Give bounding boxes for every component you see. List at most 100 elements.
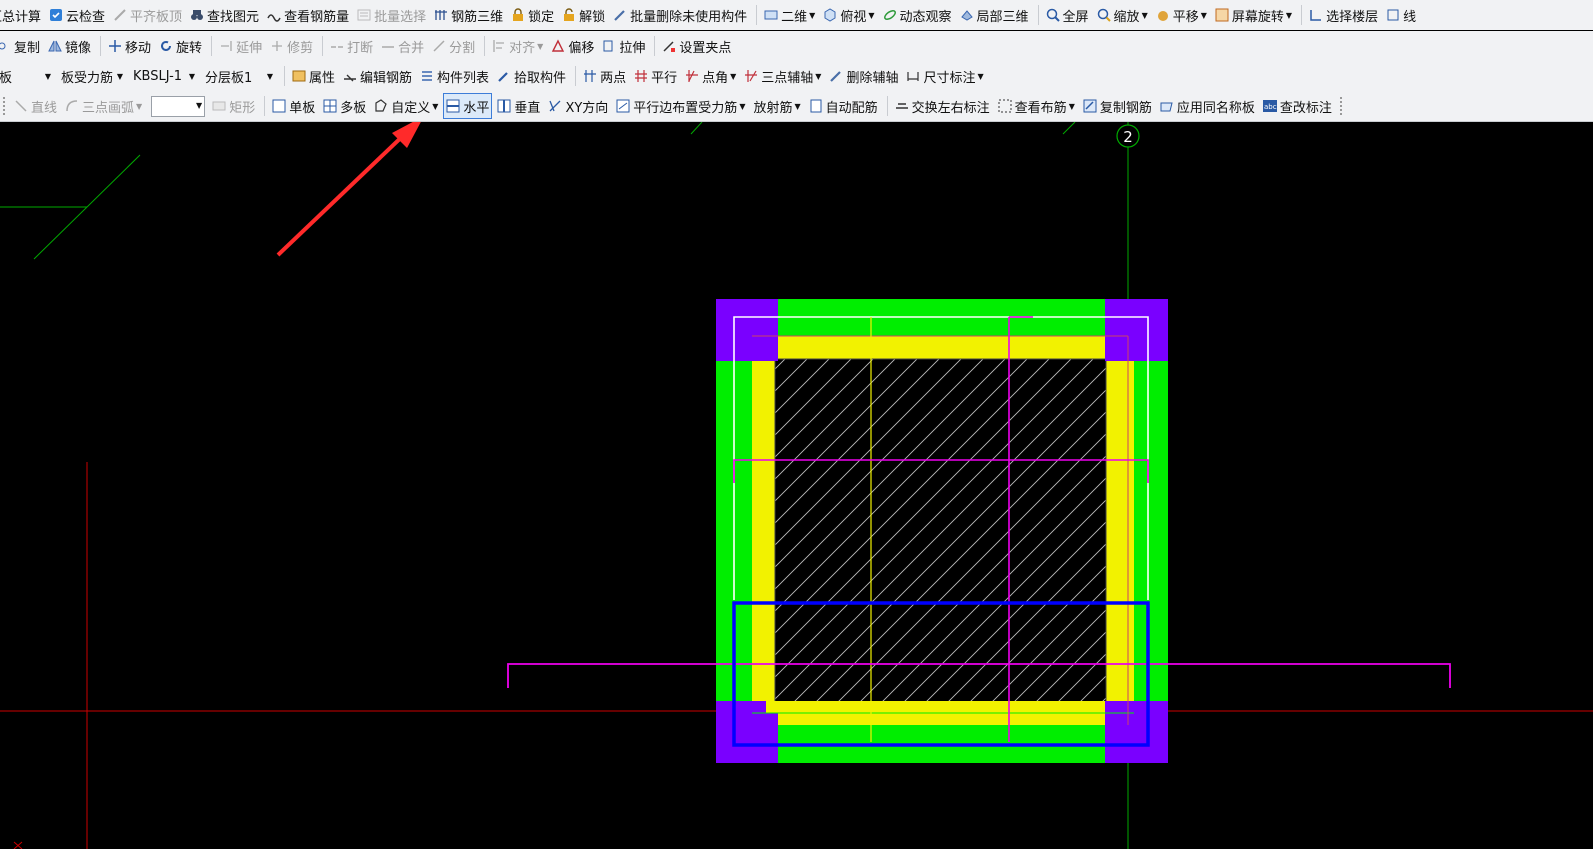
move-button[interactable]: 移动 bbox=[105, 34, 154, 58]
view-2d-dropdown[interactable]: 二维 ▼ bbox=[761, 3, 818, 27]
find-element-button[interactable]: 查找图元 bbox=[187, 3, 262, 27]
edit-rebar-icon bbox=[343, 69, 357, 83]
cloud-check-label: 云检查 bbox=[66, 9, 106, 25]
custom-label: 自定义 bbox=[391, 100, 431, 116]
rebar-type-combo[interactable]: 板受力筋 ▼ bbox=[58, 66, 126, 86]
line-button[interactable]: 线 bbox=[1383, 3, 1419, 27]
parallel-edge-rebar-dropdown[interactable]: 平行边布置受力筋 ▼ bbox=[613, 94, 748, 118]
slab-hatch-pattern bbox=[775, 359, 1106, 703]
chevron-down-icon: ▼ bbox=[1200, 10, 1207, 20]
mirror-button[interactable]: 镜像 bbox=[45, 34, 94, 58]
cloud-check-button[interactable]: 云检查 bbox=[46, 3, 108, 27]
main-toolbar: 汇总计算 云检查 平齐板顶 查找图元 查看钢筋量 批量选择 钢筋三维 锁定 解锁… bbox=[0, 0, 1593, 30]
parallel-icon bbox=[634, 69, 648, 83]
extend-button[interactable]: 延伸 bbox=[216, 34, 265, 58]
stretch-button[interactable]: 拉伸 bbox=[599, 34, 648, 58]
screen-rotate-dropdown[interactable]: 屏幕旋转 ▼ bbox=[1212, 3, 1295, 27]
apply-same-icon bbox=[1160, 99, 1174, 113]
batch-delete-unused-label: 批量删除未使用构件 bbox=[630, 9, 748, 25]
point-angle-dropdown[interactable]: 点角 ▼ bbox=[682, 64, 739, 88]
rotate-button[interactable]: 旋转 bbox=[156, 34, 205, 58]
horizontal-icon bbox=[446, 99, 460, 113]
summary-calc-button[interactable]: 汇总计算 bbox=[0, 3, 44, 27]
local-3d-button[interactable]: 局部三维 bbox=[957, 3, 1032, 27]
properties-button[interactable]: 属性 bbox=[289, 64, 338, 88]
view-rebar-layout-label: 查看布筋 bbox=[1014, 100, 1067, 116]
dimension-label: 尺寸标注 bbox=[923, 70, 976, 86]
offset-button[interactable]: 偏移 bbox=[548, 34, 597, 58]
select-floor-button[interactable]: 选择楼层 bbox=[1306, 3, 1381, 27]
floor-icon bbox=[1309, 8, 1323, 22]
component-list-button[interactable]: 构件列表 bbox=[417, 64, 492, 88]
line-draw-button[interactable]: 直线 bbox=[11, 94, 60, 118]
xy-direction-button[interactable]: XY方向 bbox=[545, 94, 611, 118]
component-name-combo[interactable]: KBSLJ-1 ▼ bbox=[130, 66, 198, 86]
view-layout-icon bbox=[998, 99, 1012, 113]
layer-combo[interactable]: 分层板1 ▼ bbox=[202, 66, 276, 86]
multi-slab-button[interactable]: 多板 bbox=[320, 94, 369, 118]
lock-button[interactable]: 锁定 bbox=[508, 3, 557, 27]
align-top-icon bbox=[113, 8, 127, 22]
apply-same-name-label: 应用同名称板 bbox=[1176, 100, 1255, 116]
copy-button[interactable]: 复制 bbox=[0, 34, 43, 58]
top-view-dropdown[interactable]: 俯视 ▼ bbox=[820, 3, 877, 27]
merge-icon bbox=[381, 39, 395, 53]
swap-icon bbox=[895, 99, 909, 113]
split-button[interactable]: 分割 bbox=[429, 34, 478, 58]
set-grip-button[interactable]: 设置夹点 bbox=[659, 34, 734, 58]
batch-delete-unused-button[interactable]: 批量删除未使用构件 bbox=[610, 3, 750, 27]
unlock-button[interactable]: 解锁 bbox=[559, 3, 608, 27]
view-rebar-qty-button[interactable]: 查看钢筋量 bbox=[264, 3, 352, 27]
fullscreen-button[interactable]: 全屏 bbox=[1043, 3, 1092, 27]
pick-component-label: 拾取构件 bbox=[514, 70, 567, 86]
radial-rebar-dropdown[interactable]: 放射筋 ▼ bbox=[750, 94, 803, 118]
copy-rebar-button[interactable]: 复制钢筋 bbox=[1080, 94, 1155, 118]
three-point-axis-label: 三点辅轴 bbox=[761, 70, 814, 86]
break-button[interactable]: 打断 bbox=[327, 34, 376, 58]
align-dropdown[interactable]: 对齐 ▼ bbox=[489, 34, 546, 58]
view-rebar-layout-dropdown[interactable]: 查看布筋 ▼ bbox=[995, 94, 1078, 118]
hand-icon bbox=[1156, 8, 1170, 22]
vertical-button[interactable]: 垂直 bbox=[494, 94, 543, 118]
separator bbox=[264, 96, 266, 116]
line-label: 线 bbox=[1403, 9, 1417, 25]
align-label: 对齐 bbox=[509, 40, 536, 56]
rebar-3d-button[interactable]: 钢筋三维 bbox=[431, 3, 506, 27]
unlock-icon bbox=[562, 8, 576, 22]
parallel-axis-button[interactable]: 平行 bbox=[631, 64, 680, 88]
separator bbox=[886, 96, 888, 116]
merge-button[interactable]: 合并 bbox=[378, 34, 427, 58]
type-combo[interactable]: 板 ▼ bbox=[0, 66, 54, 86]
swap-label-button[interactable]: 交换左右标注 bbox=[892, 94, 993, 118]
align-slab-top-button[interactable]: 平齐板顶 bbox=[110, 3, 185, 27]
toolbar-grip[interactable] bbox=[1339, 97, 1345, 115]
edit-rebar-button[interactable]: 编辑钢筋 bbox=[340, 64, 415, 88]
three-point-axis-dropdown[interactable]: 三点辅轴 ▼ bbox=[741, 64, 824, 88]
rectangle-button[interactable]: 矩形 bbox=[209, 94, 258, 118]
screen-rotate-label: 屏幕旋转 bbox=[1231, 9, 1284, 25]
copy-label: 复制 bbox=[14, 40, 41, 56]
chevron-down-icon: ▼ bbox=[809, 10, 816, 20]
drawing-canvas[interactable]: 2 bbox=[0, 122, 1593, 849]
edit-annotation-button[interactable]: abc 查改标注 bbox=[1260, 94, 1335, 118]
single-slab-button[interactable]: 单板 bbox=[269, 94, 318, 118]
two-point-axis-button[interactable]: 两点 bbox=[580, 64, 629, 88]
pan-dropdown[interactable]: 平移 ▼ bbox=[1153, 3, 1210, 27]
separator bbox=[756, 5, 758, 25]
apply-same-name-button[interactable]: 应用同名称板 bbox=[1157, 94, 1258, 118]
component-toolbar: 板 ▼ 板受力筋 ▼ KBSLJ-1 ▼ 分层板1 ▼ 属性 编辑钢筋 构件列表 拾取构… bbox=[0, 61, 1593, 91]
horizontal-button[interactable]: 水平 bbox=[443, 93, 493, 119]
toolbar-grip[interactable] bbox=[3, 97, 8, 115]
three-point-arc-dropdown[interactable]: 三点画弧 ▼ bbox=[62, 94, 145, 118]
delete-axis-button[interactable]: 删除辅轴 bbox=[826, 64, 901, 88]
trim-button[interactable]: 修剪 bbox=[267, 34, 316, 58]
pan-label: 平移 bbox=[1172, 9, 1199, 25]
zoom-dropdown[interactable]: 缩放 ▼ bbox=[1094, 3, 1151, 27]
draw-mode-select[interactable]: ▼ bbox=[151, 95, 206, 117]
auto-rebar-button[interactable]: 自动配筋 bbox=[806, 94, 881, 118]
batch-select-button[interactable]: 批量选择 bbox=[354, 3, 429, 27]
dynamic-observe-button[interactable]: 动态观察 bbox=[880, 3, 955, 27]
dimension-dropdown[interactable]: 尺寸标注 ▼ bbox=[903, 64, 986, 88]
custom-dropdown[interactable]: 自定义 ▼ bbox=[371, 94, 441, 118]
pick-component-button[interactable]: 拾取构件 bbox=[494, 64, 569, 88]
